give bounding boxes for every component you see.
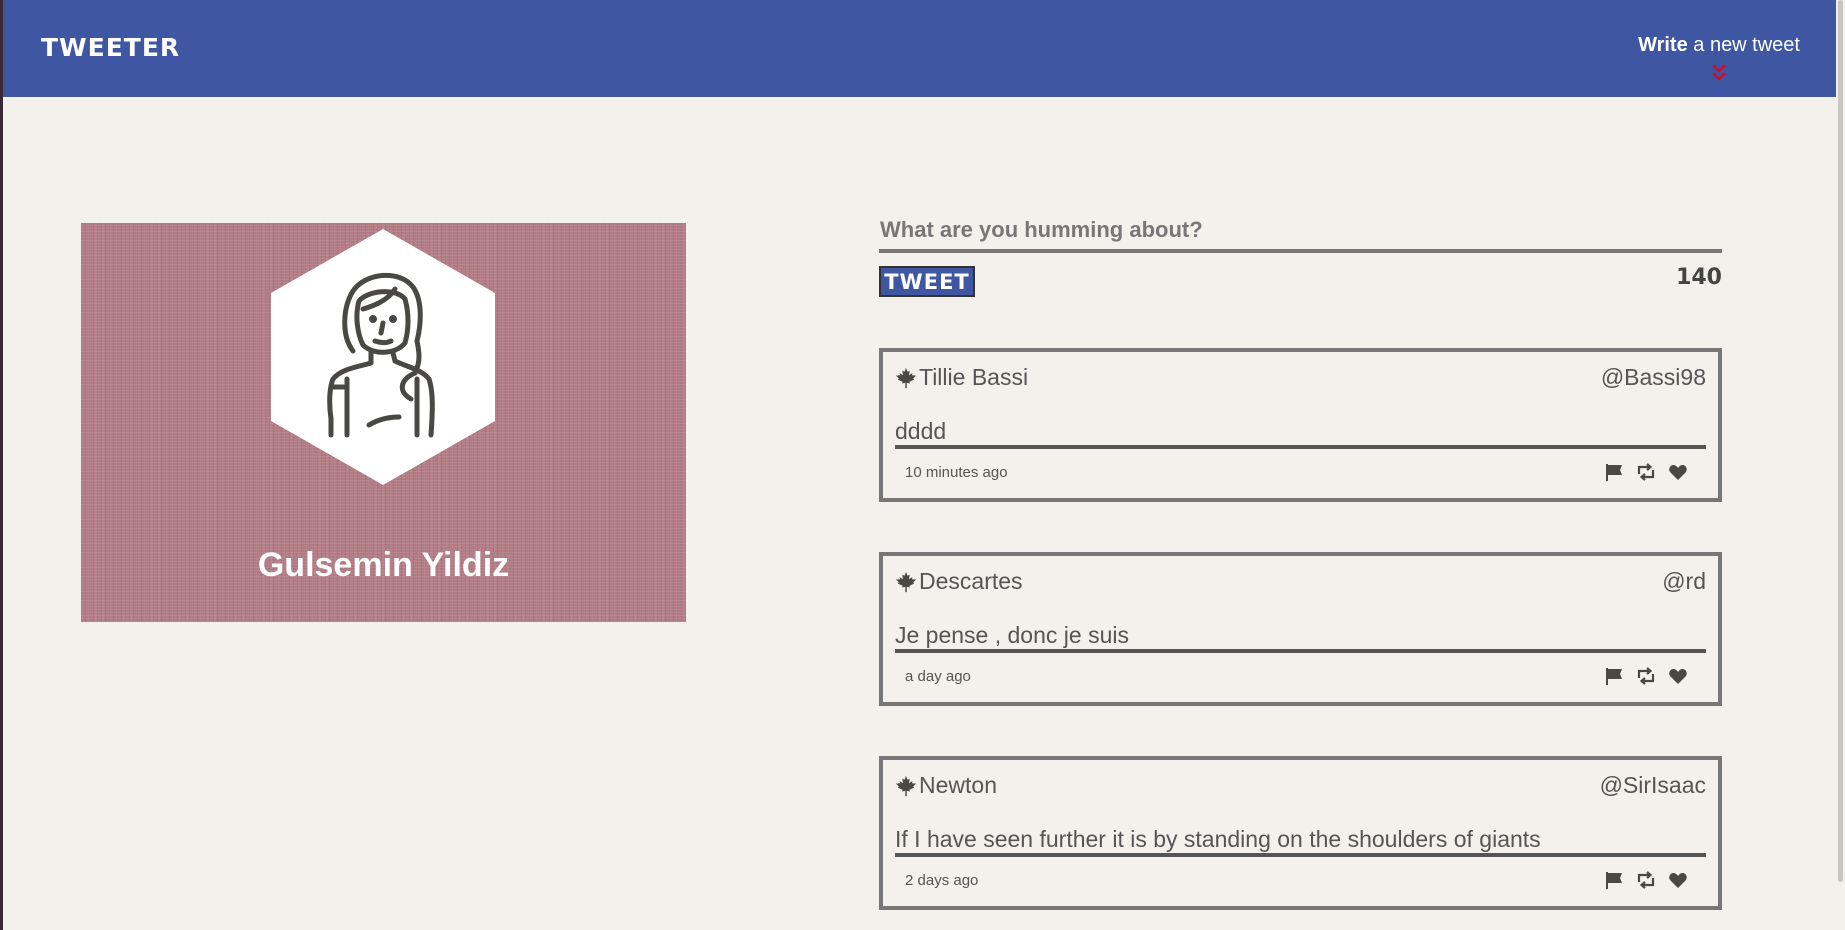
flag-icon[interactable] [1604,870,1624,890]
tweet-author-name: Descartes [919,568,1023,594]
tweet-author: Newton [895,772,997,799]
top-nav: TWEETER Write a new tweet [3,0,1836,97]
heart-icon[interactable] [1668,462,1688,482]
tweet-text: dddd [895,417,1706,449]
heart-icon[interactable] [1668,666,1688,686]
window-edge [0,0,3,930]
retweet-icon[interactable] [1636,870,1656,890]
profile-name: Gulsemin Yildiz [257,546,510,584]
avatar [271,229,495,485]
tweet-input[interactable] [879,213,1722,253]
flag-icon[interactable] [1604,462,1624,482]
scrollbar[interactable] [1836,0,1845,930]
profile-card: Gulsemin Yildiz [81,223,686,622]
tweet-card: Descartes @rd Je pense , donc je suis a … [879,552,1722,706]
tweet-text: If I have seen further it is by standing… [895,825,1706,857]
retweet-icon[interactable] [1636,666,1656,686]
tweet-time: 10 minutes ago [905,464,1008,481]
tweet-time: 2 days ago [905,872,979,889]
retweet-icon[interactable] [1636,462,1656,482]
compose-toggle-bold: Write [1638,34,1688,56]
char-counter: 140 [1676,265,1722,290]
tweet-author-name: Newton [919,772,997,798]
flag-icon[interactable] [1604,666,1624,686]
tweet-text: Je pense , donc je suis [895,621,1706,653]
tweet-card: Tillie Bassi @Bassi98 dddd 10 minutes ag… [879,348,1722,502]
tweet-button[interactable]: TWEET [879,266,975,297]
compose-form: TWEET 140 [879,213,1722,297]
scrollbar-thumb[interactable] [1838,0,1843,882]
tweet-handle: @SirIsaac [1599,772,1706,798]
maple-leaf-icon [895,367,917,388]
maple-leaf-icon [895,775,917,796]
tweet-handle: @rd [1662,568,1706,594]
maple-leaf-icon [895,571,917,592]
write-new-tweet-toggle[interactable]: Write a new tweet [1638,34,1800,81]
tweet-card: Newton @SirIsaac If I have seen further … [879,756,1722,910]
tweet-actions [1604,666,1688,686]
tweet-time: a day ago [905,668,971,685]
compose-toggle-rest: a new tweet [1687,34,1800,56]
tweet-actions [1604,870,1688,890]
app-logo[interactable]: TWEETER [41,33,180,62]
tweet-author: Descartes [895,568,1023,595]
tweet-author: Tillie Bassi [895,364,1028,391]
double-chevron-down-icon[interactable] [1709,62,1729,84]
heart-icon[interactable] [1668,870,1688,890]
tweet-author-name: Tillie Bassi [919,364,1029,390]
tweet-handle: @Bassi98 [1600,364,1706,390]
tweet-actions [1604,462,1688,482]
